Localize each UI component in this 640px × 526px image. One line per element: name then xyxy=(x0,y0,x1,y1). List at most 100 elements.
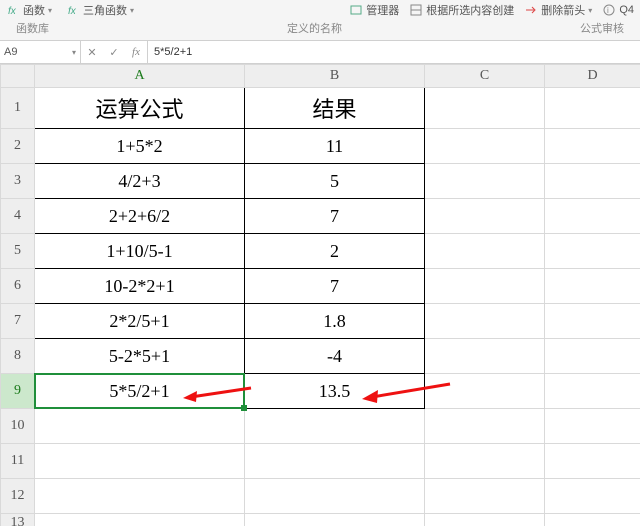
ribbon-item-delete-arrow[interactable]: 删除箭头 ▾ xyxy=(524,2,592,18)
cell-B4[interactable]: 7 xyxy=(245,199,425,234)
col-header-B[interactable]: B xyxy=(245,65,425,88)
ribbon-item-label: 管理器 xyxy=(366,2,399,18)
cell-D8[interactable] xyxy=(545,339,640,374)
cell-D13[interactable] xyxy=(545,514,640,526)
formula-bar: A9 ▾ ✕ ✓ fx 5*5/2+1 xyxy=(0,41,640,64)
fx-icon: fx xyxy=(6,3,20,17)
col-header-A[interactable]: A xyxy=(35,65,245,88)
cell-B2[interactable]: 11 xyxy=(245,129,425,164)
cell-C1[interactable] xyxy=(425,88,545,129)
fx-icon: fx xyxy=(66,3,80,17)
row-header-13[interactable]: 13 xyxy=(1,514,35,526)
cell-A6[interactable]: 10-2*2+1 xyxy=(35,269,245,304)
ribbon-item-trig[interactable]: fx 三角函数 ▾ xyxy=(66,2,134,18)
cell-B5[interactable]: 2 xyxy=(245,234,425,269)
col-header-D[interactable]: D xyxy=(545,65,640,88)
delete-arrow-icon xyxy=(524,3,538,17)
ribbon: fx 函数 ▾ fx 三角函数 ▾ 管理器 xyxy=(0,0,640,41)
cell-D9[interactable] xyxy=(545,374,640,409)
select-all-corner[interactable] xyxy=(1,65,35,88)
create-icon xyxy=(409,3,423,17)
ribbon-item-label: 三角函数 xyxy=(83,2,127,18)
cell-D4[interactable] xyxy=(545,199,640,234)
cell-C13[interactable] xyxy=(425,514,545,526)
cell-C5[interactable] xyxy=(425,234,545,269)
cell-B6[interactable]: 7 xyxy=(245,269,425,304)
cell-B13[interactable] xyxy=(245,514,425,526)
cell-B3[interactable]: 5 xyxy=(245,164,425,199)
ribbon-item-label: 根据所选内容创建 xyxy=(426,2,514,18)
cell-A8[interactable]: 5-2*5+1 xyxy=(35,339,245,374)
cell-B9[interactable]: 13.5 xyxy=(245,374,425,409)
manager-icon xyxy=(349,3,363,17)
row-header-7[interactable]: 7 xyxy=(1,304,35,339)
cell-C10[interactable] xyxy=(425,409,545,444)
cell-D6[interactable] xyxy=(545,269,640,304)
chevron-down-icon: ▾ xyxy=(72,48,76,57)
formula-text: 5*5/2+1 xyxy=(154,46,192,58)
cell-A13[interactable] xyxy=(35,514,245,526)
ribbon-item-label: 删除箭头 xyxy=(541,2,585,18)
cell-B7[interactable]: 1.8 xyxy=(245,304,425,339)
row-header-1[interactable]: 1 xyxy=(1,88,35,129)
cell-A7[interactable]: 2*2/5+1 xyxy=(35,304,245,339)
cell-C7[interactable] xyxy=(425,304,545,339)
cell-D1[interactable] xyxy=(545,88,640,129)
cell-C2[interactable] xyxy=(425,129,545,164)
row-header-10[interactable]: 10 xyxy=(1,409,35,444)
cell-A5[interactable]: 1+10/5-1 xyxy=(35,234,245,269)
cell-A9[interactable]: 5*5/2+1 xyxy=(35,374,245,409)
cell-C8[interactable] xyxy=(425,339,545,374)
cell-D3[interactable] xyxy=(545,164,640,199)
cell-D5[interactable] xyxy=(545,234,640,269)
insert-function-button[interactable]: fx xyxy=(125,46,147,58)
row-header-5[interactable]: 5 xyxy=(1,234,35,269)
row-header-12[interactable]: 12 xyxy=(1,479,35,514)
cell-B12[interactable] xyxy=(245,479,425,514)
cell-B10[interactable] xyxy=(245,409,425,444)
cell-C3[interactable] xyxy=(425,164,545,199)
chevron-down-icon: ▾ xyxy=(588,6,592,15)
cell-D7[interactable] xyxy=(545,304,640,339)
row-header-2[interactable]: 2 xyxy=(1,129,35,164)
col-header-C[interactable]: C xyxy=(425,65,545,88)
cell-D10[interactable] xyxy=(545,409,640,444)
cell-C6[interactable] xyxy=(425,269,545,304)
formula-input[interactable]: 5*5/2+1 xyxy=(148,41,640,63)
grid[interactable]: A B C D 1 运算公式 结果 2 1+5*2 11 3 4/2+3 5 4 xyxy=(0,64,640,526)
cell-B8[interactable]: -4 xyxy=(245,339,425,374)
cell-A10[interactable] xyxy=(35,409,245,444)
cell-A12[interactable] xyxy=(35,479,245,514)
fx-icon: fx xyxy=(132,46,140,58)
cell-B1[interactable]: 结果 xyxy=(245,88,425,129)
row-header-9[interactable]: 9 xyxy=(1,374,35,409)
cell-B11[interactable] xyxy=(245,444,425,479)
cell-C12[interactable] xyxy=(425,479,545,514)
cell-D11[interactable] xyxy=(545,444,640,479)
ribbon-item-create[interactable]: 根据所选内容创建 xyxy=(409,2,514,18)
cell-A3[interactable]: 4/2+3 xyxy=(35,164,245,199)
cancel-button[interactable]: ✕ xyxy=(81,46,103,59)
cell-C4[interactable] xyxy=(425,199,545,234)
ribbon-item-manager[interactable]: 管理器 xyxy=(349,2,399,18)
ribbon-item-functions[interactable]: fx 函数 ▾ xyxy=(6,2,52,18)
row-header-4[interactable]: 4 xyxy=(1,199,35,234)
cell-value: 5*5/2+1 xyxy=(109,381,169,401)
cell-A4[interactable]: 2+2+6/2 xyxy=(35,199,245,234)
row-header-6[interactable]: 6 xyxy=(1,269,35,304)
cell-C9[interactable] xyxy=(425,374,545,409)
cell-A1[interactable]: 运算公式 xyxy=(35,88,245,129)
enter-button[interactable]: ✓ xyxy=(103,46,125,59)
row-header-11[interactable]: 11 xyxy=(1,444,35,479)
row-header-3[interactable]: 3 xyxy=(1,164,35,199)
ribbon-item-q4[interactable]: i Q4 xyxy=(602,2,634,18)
name-box[interactable]: A9 ▾ xyxy=(0,41,81,63)
cell-D12[interactable] xyxy=(545,479,640,514)
ribbon-item-label: 函数 xyxy=(23,2,45,18)
cell-C11[interactable] xyxy=(425,444,545,479)
cell-D2[interactable] xyxy=(545,129,640,164)
row-header-8[interactable]: 8 xyxy=(1,339,35,374)
cell-A2[interactable]: 1+5*2 xyxy=(35,129,245,164)
check-icon: ✓ xyxy=(109,47,118,59)
cell-A11[interactable] xyxy=(35,444,245,479)
